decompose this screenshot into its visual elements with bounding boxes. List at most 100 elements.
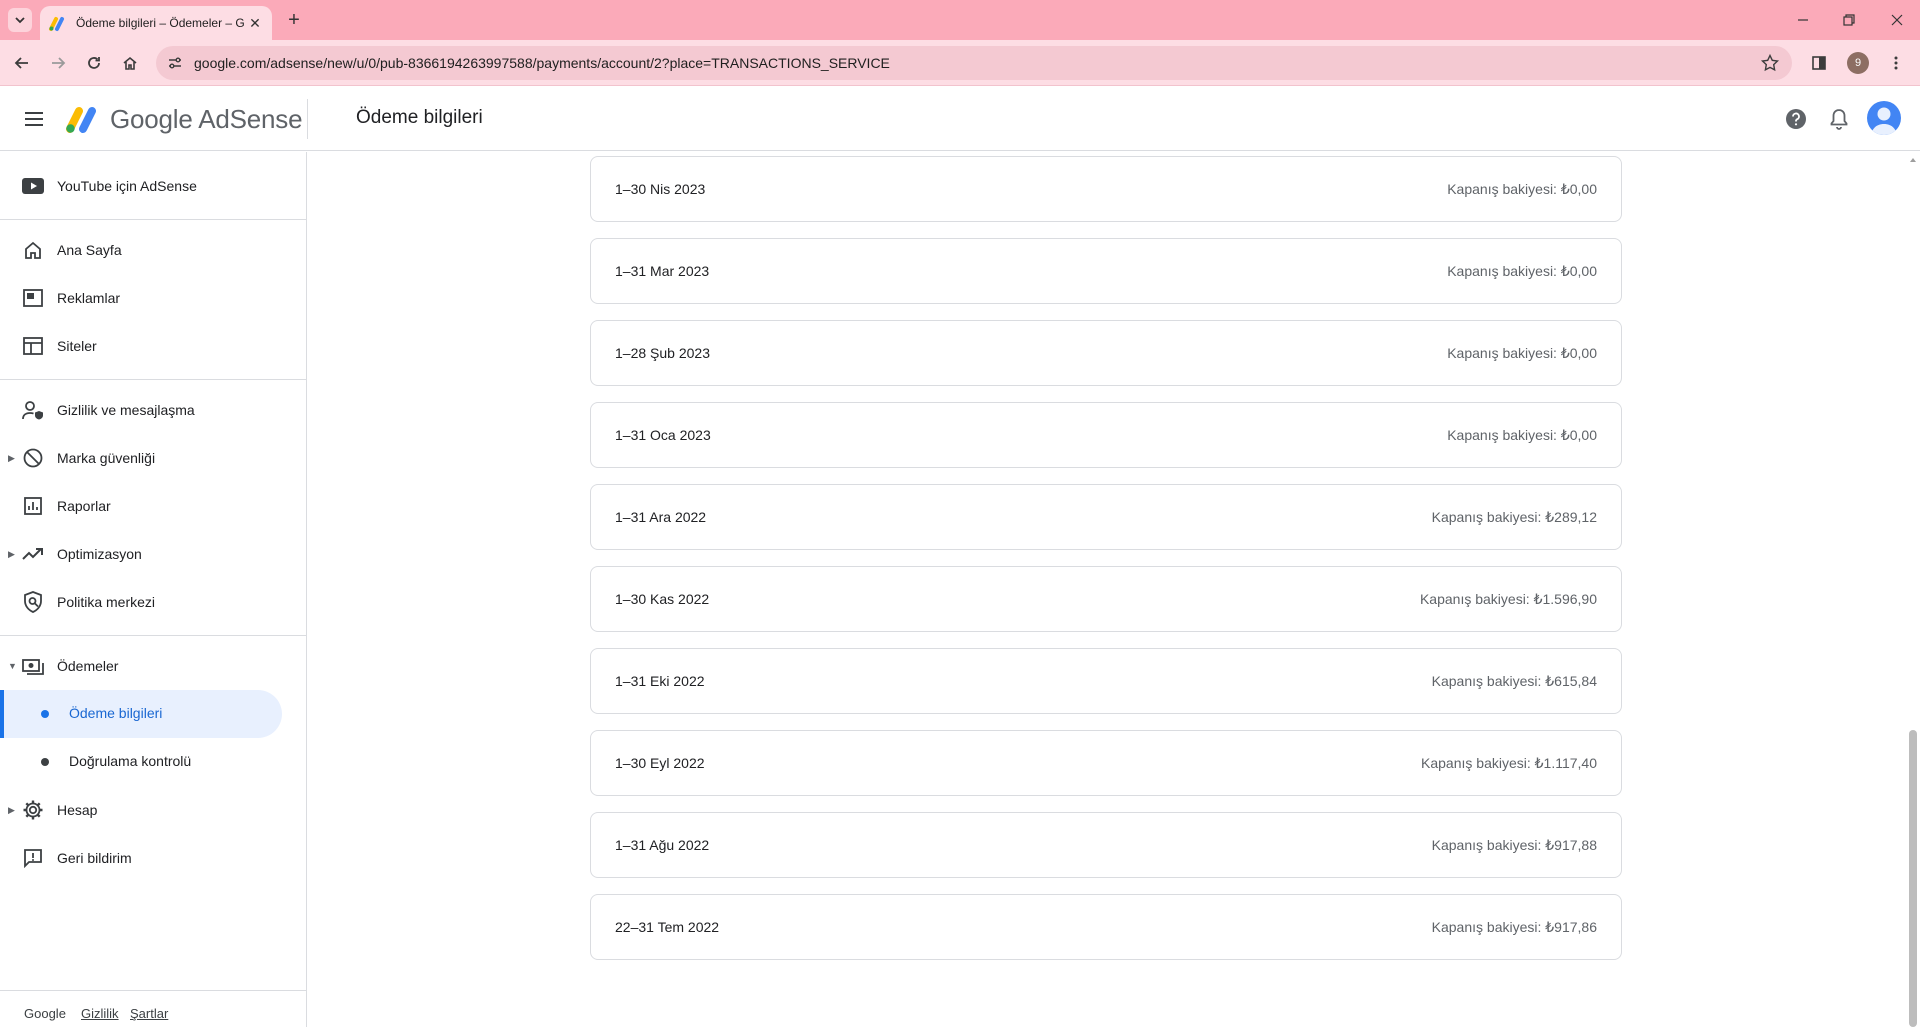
statement-period: 1–30 Kas 2022 [615, 591, 710, 607]
statement-row[interactable]: 1–31 Eki 2022 Kapanış bakiyesi: ₺615,84 [590, 648, 1622, 714]
browser-tab-active[interactable]: Ödeme bilgileri – Ödemeler – G ✕ [40, 6, 272, 40]
help-button[interactable] [1782, 105, 1810, 133]
arrow-forward-icon [52, 57, 66, 69]
address-bar[interactable]: google.com/adsense/new/u/0/pub-836619426… [156, 46, 1792, 80]
sidebar-item-label: Geri bildirim [57, 850, 132, 866]
forward-button[interactable] [44, 49, 72, 77]
statement-row[interactable]: 1–31 Mar 2023 Kapanış bakiyesi: ₺0,00 [590, 238, 1622, 304]
sidebar-item-account[interactable]: ▶ Hesap [0, 786, 306, 834]
side-panel-icon [1812, 56, 1826, 70]
statement-closing-balance: Kapanış bakiyesi: ₺1.596,90 [1419, 591, 1597, 607]
app-header: Google AdSense Ödeme bilgileri [0, 87, 1920, 151]
sidebar-item-ads[interactable]: Reklamlar [0, 274, 306, 322]
sidebar-item-payments[interactable]: ▼ Ödemeler [0, 642, 306, 690]
statement-row[interactable]: 1–28 Şub 2023 Kapanış bakiyesi: ₺0,00 [590, 320, 1622, 386]
statement-row[interactable]: 1–31 Ağu 2022 Kapanış bakiyesi: ₺917,88 [590, 812, 1622, 878]
close-window-button[interactable] [1874, 0, 1920, 40]
sidebar: YouTube için AdSense Ana Sayfa Reklamlar… [0, 152, 307, 1027]
sidebar-item-label: Optimizasyon [57, 546, 142, 562]
tab-close-icon[interactable]: ✕ [246, 14, 264, 32]
statement-row[interactable]: 22–31 Tem 2022 Kapanış bakiyesi: ₺917,86 [590, 894, 1622, 960]
sidebar-item-privacy-messaging[interactable]: Gizlilik ve mesajlaşma [0, 386, 306, 434]
new-tab-button[interactable]: + [282, 8, 306, 32]
sidebar-divider [0, 635, 306, 636]
statement-period: 22–31 Tem 2022 [615, 919, 720, 935]
statement-row[interactable]: 1–31 Oca 2023 Kapanış bakiyesi: ₺0,00 [590, 402, 1622, 468]
person-icon [1871, 107, 1897, 135]
main-menu-button[interactable] [20, 105, 48, 133]
active-item-indicator [0, 690, 4, 738]
trending-up-icon [21, 542, 45, 566]
feedback-icon [21, 846, 45, 870]
statement-row[interactable]: 1–30 Eyl 2022 Kapanış bakiyesi: ₺1.117,4… [590, 730, 1622, 796]
sidebar-item-youtube[interactable]: YouTube için AdSense [0, 162, 306, 210]
sidebar-item-brand-safety[interactable]: ▶ Marka güvenliği [0, 434, 306, 482]
header-divider [307, 99, 308, 139]
reload-icon [88, 57, 100, 69]
scrollbar-thumb[interactable] [1909, 730, 1917, 1027]
home-button[interactable] [116, 49, 144, 77]
block-icon [21, 446, 45, 470]
bell-icon [1830, 109, 1848, 130]
expand-caret-icon: ▶ [8, 452, 15, 463]
policy-shield-icon [21, 590, 45, 614]
statement-closing-balance: Kapanış bakiyesi: ₺917,86 [1431, 919, 1597, 935]
help-icon [1786, 109, 1806, 129]
sidebar-item-home[interactable]: Ana Sayfa [0, 226, 306, 274]
bullet-icon [41, 710, 49, 718]
statement-period: 1–31 Oca 2023 [615, 427, 711, 443]
home-icon [123, 56, 137, 70]
statement-row[interactable]: 1–30 Nis 2023 Kapanış bakiyesi: ₺0,00 [590, 156, 1622, 222]
sidebar-item-optimization[interactable]: ▶ Optimizasyon [0, 530, 306, 578]
site-info-icon[interactable] [166, 54, 184, 72]
statement-period: 1–31 Eki 2022 [615, 673, 705, 689]
sidebar-subitem-verification[interactable]: Doğrulama kontrolü [0, 738, 306, 786]
sidebar-divider [0, 219, 306, 220]
account-avatar[interactable] [1867, 101, 1901, 135]
chevron-down-icon [15, 17, 25, 24]
person-shield-icon [21, 398, 45, 422]
footer-terms-link[interactable]: Şartlar [130, 1006, 168, 1021]
browser-tab-bar: Ödeme bilgileri – Ödemeler – G ✕ + [0, 0, 1920, 40]
bar-chart-icon [21, 494, 45, 518]
sidebar-item-label: Siteler [57, 338, 97, 354]
back-button[interactable] [8, 49, 36, 77]
reload-button[interactable] [80, 49, 108, 77]
statement-closing-balance: Kapanış bakiyesi: ₺0,00 [1447, 263, 1597, 279]
tab-title: Ödeme bilgileri – Ödemeler – G [76, 16, 245, 30]
statement-period: 1–30 Eyl 2022 [615, 755, 705, 771]
sidebar-item-label: Raporlar [57, 498, 111, 514]
close-icon [1891, 14, 1903, 26]
sidebar-item-label: Gizlilik ve mesajlaşma [57, 402, 195, 418]
sidebar-item-feedback[interactable]: Geri bildirim [0, 834, 306, 882]
sidebar-item-label: Ödeme bilgileri [69, 705, 163, 721]
statement-period: 1–31 Mar 2023 [615, 263, 710, 279]
browser-profile-avatar[interactable]: 9 [1847, 52, 1869, 74]
browser-menu-button[interactable] [1882, 49, 1910, 77]
scroll-up-arrow-icon[interactable] [1909, 156, 1917, 164]
minimize-icon [1798, 19, 1808, 21]
statement-row[interactable]: 1–30 Kas 2022 Kapanış bakiyesi: ₺1.596,9… [590, 566, 1622, 632]
statement-period: 1–31 Ara 2022 [615, 509, 707, 525]
footer-privacy-link[interactable]: Gizlilik [81, 1006, 119, 1021]
minimize-button[interactable] [1780, 0, 1826, 40]
sidebar-item-label: Reklamlar [57, 290, 121, 306]
restore-icon [1843, 14, 1855, 26]
page-scrollbar[interactable] [1906, 152, 1920, 1027]
sidebar-footer: Google Gizlilik Şartlar [0, 990, 306, 1027]
notifications-button[interactable] [1825, 105, 1853, 133]
page-title: Ödeme bilgileri [356, 107, 483, 128]
sidebar-item-policy-center[interactable]: Politika merkezi [0, 578, 306, 626]
statement-row[interactable]: 1–31 Ara 2022 Kapanış bakiyesi: ₺289,12 [590, 484, 1622, 550]
browser-toolbar: google.com/adsense/new/u/0/pub-836619426… [0, 40, 1920, 86]
bookmark-star-icon[interactable] [1760, 53, 1780, 73]
tab-search-button[interactable] [8, 8, 32, 32]
url-text: google.com/adsense/new/u/0/pub-836619426… [194, 55, 890, 71]
restore-button[interactable] [1826, 0, 1872, 40]
more-vert-icon [1894, 56, 1898, 70]
hamburger-menu-icon [25, 112, 43, 126]
sidebar-item-reports[interactable]: Raporlar [0, 482, 306, 530]
sidebar-item-sites[interactable]: Siteler [0, 322, 306, 370]
sidebar-subitem-payment-info[interactable]: Ödeme bilgileri [0, 690, 306, 738]
side-panel-button[interactable] [1805, 49, 1833, 77]
